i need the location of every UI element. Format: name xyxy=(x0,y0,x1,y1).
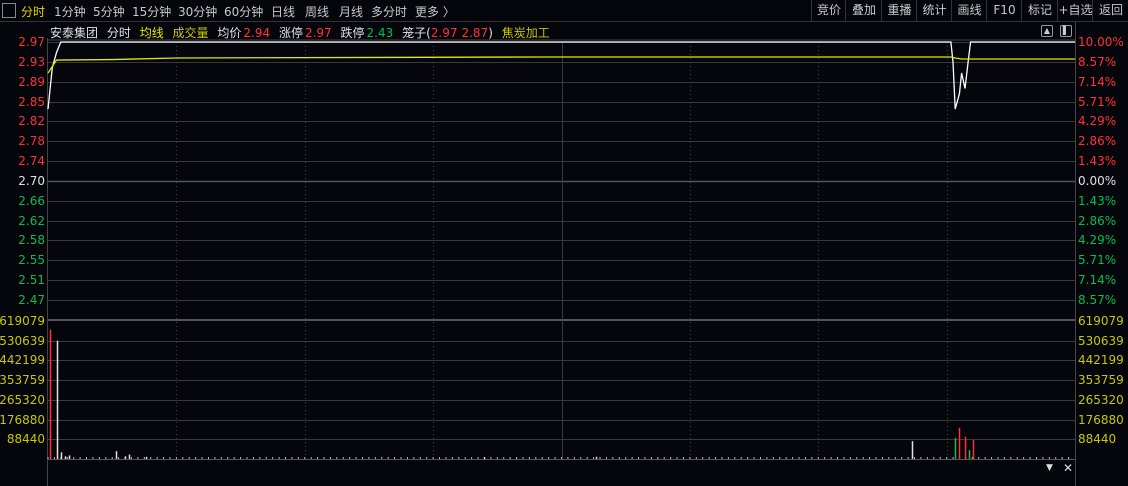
price-tick-label: 2.82 xyxy=(18,114,45,129)
percent-tick-label: 4.29% xyxy=(1078,114,1117,129)
avg-price-line xyxy=(47,56,1075,74)
volume-tick-label-right: 353759 xyxy=(1078,373,1124,388)
dropdown-icon[interactable]: ▼ xyxy=(1046,463,1053,473)
percent-tick-label: 7.14% xyxy=(1078,273,1117,288)
price-tick-label: 2.74 xyxy=(18,154,45,169)
percent-tick-label: 2.86% xyxy=(1078,134,1117,149)
volume-tick-label-right: 530639 xyxy=(1078,333,1124,348)
percent-tick-label: 2.86% xyxy=(1078,213,1117,228)
percent-tick-label: 7.14% xyxy=(1078,74,1117,89)
volume-tick-label: 353759 xyxy=(0,373,45,388)
volume-tick-label: 442199 xyxy=(0,353,45,368)
price-tick-label: 2.97 xyxy=(18,35,45,49)
price-tick-label: 2.85 xyxy=(18,94,45,109)
price-tick-label: 2.70 xyxy=(18,173,45,188)
price-line xyxy=(47,41,1075,110)
panel-toggle-icon[interactable]: ▌ xyxy=(1060,25,1072,37)
percent-tick-label: 5.71% xyxy=(1078,94,1117,109)
scroll-up-icon[interactable]: ▲ xyxy=(1041,25,1053,37)
percent-tick-label: 8.57% xyxy=(1078,54,1117,69)
price-tick-label: 2.51 xyxy=(18,273,45,288)
percent-tick-label: 10.00% xyxy=(1078,35,1124,49)
volume-tick-label: 619079 xyxy=(0,314,45,328)
price-tick-label: 2.58 xyxy=(18,233,45,248)
price-tick-label: 2.55 xyxy=(18,253,45,268)
price-tick-label: 2.47 xyxy=(18,293,45,307)
close-icon[interactable]: ✕ xyxy=(1063,461,1073,475)
price-tick-label: 2.66 xyxy=(18,193,45,208)
price-tick-label: 2.93 xyxy=(18,54,45,69)
volume-tick-label-right: 619079 xyxy=(1078,314,1124,328)
percent-tick-label: 0.00% xyxy=(1078,173,1117,188)
volume-tick-label-right: 265320 xyxy=(1078,392,1124,407)
percent-tick-label: 1.43% xyxy=(1078,154,1117,169)
percent-tick-label: 8.57% xyxy=(1078,293,1117,307)
price-tick-label: 2.89 xyxy=(18,74,45,89)
volume-tick-label: 176880 xyxy=(0,412,45,427)
volume-tick-label-right: 88440 xyxy=(1078,432,1117,447)
volume-tick-label-right: 176880 xyxy=(1078,412,1124,427)
volume-tick-label: 265320 xyxy=(0,392,45,407)
volume-tick-label-right: 442199 xyxy=(1078,353,1124,368)
volume-tick-label: 88440 xyxy=(6,432,45,447)
volume-tick-label: 530639 xyxy=(0,333,45,348)
percent-tick-label: 4.29% xyxy=(1078,233,1117,248)
price-tick-label: 2.62 xyxy=(18,213,45,228)
price-tick-label: 2.78 xyxy=(18,134,45,149)
percent-tick-label: 5.71% xyxy=(1078,253,1117,268)
intraday-chart[interactable] xyxy=(0,0,1128,486)
percent-tick-label: 1.43% xyxy=(1078,193,1117,208)
